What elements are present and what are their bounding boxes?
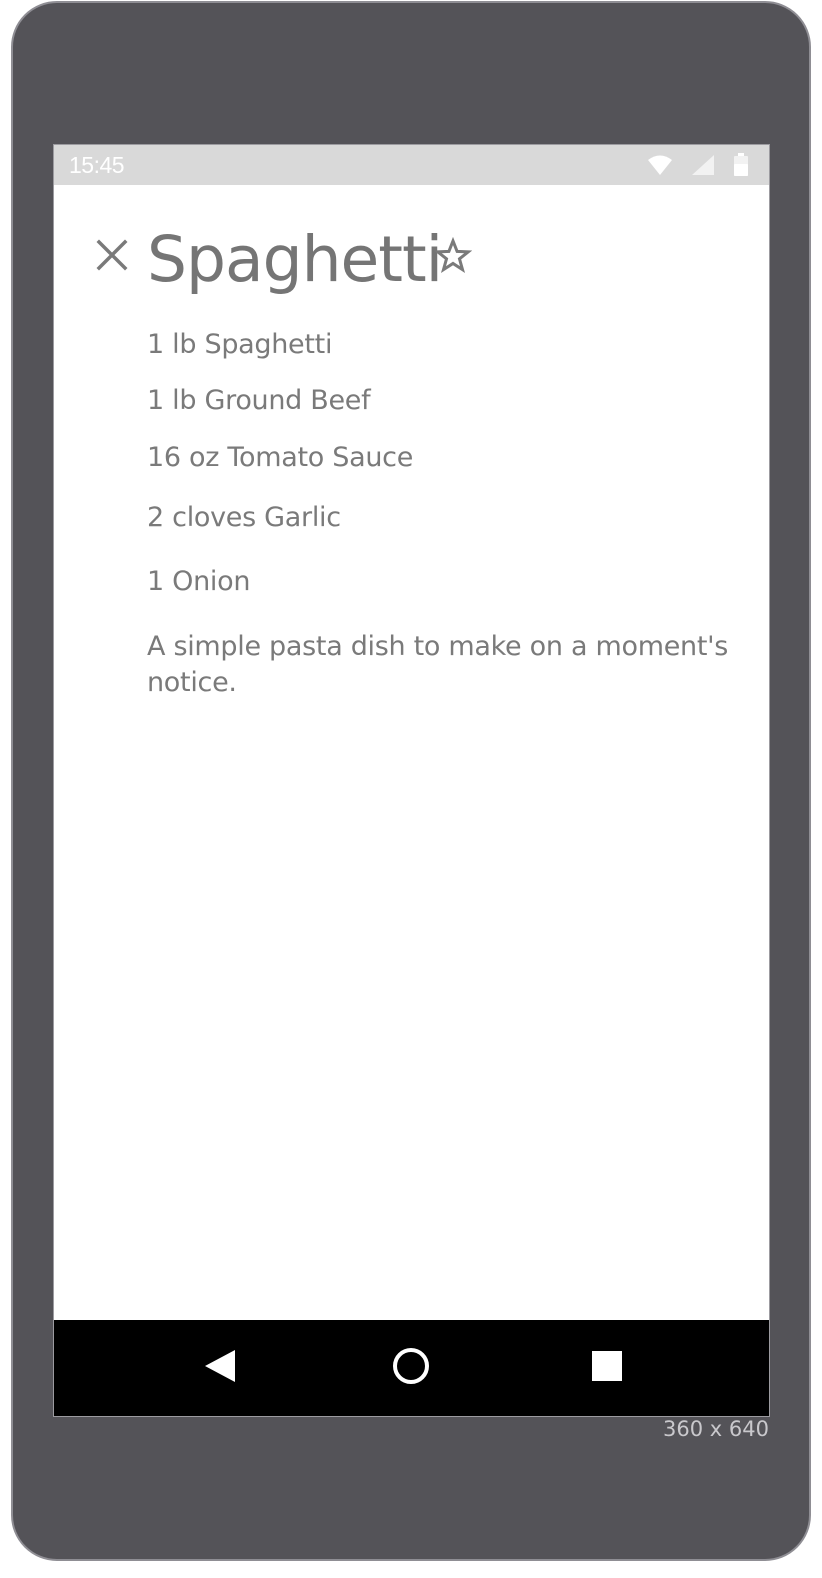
ingredient-item: 1 Onion — [147, 566, 251, 597]
status-icons — [647, 153, 749, 177]
navigation-bar — [54, 1320, 769, 1416]
favorite-button[interactable] — [432, 236, 474, 279]
ingredient-item: 16 oz Tomato Sauce — [147, 442, 414, 473]
ingredient-item: 1 lb Ground Beef — [147, 385, 371, 416]
home-button[interactable] — [387, 1344, 435, 1392]
ingredient-item: 2 cloves Garlic — [147, 502, 341, 533]
battery-icon — [733, 153, 749, 177]
signal-icon — [691, 154, 715, 176]
ingredient-item: 1 lb Spaghetti — [147, 329, 333, 360]
recents-icon — [591, 1350, 623, 1386]
back-icon — [203, 1349, 237, 1387]
status-bar: 15:45 — [54, 145, 769, 185]
home-icon — [392, 1347, 430, 1389]
wifi-icon — [647, 154, 673, 176]
recipe-description: A simple pasta dish to make on a moment'… — [147, 631, 728, 698]
close-icon — [96, 239, 128, 275]
back-button[interactable] — [196, 1344, 244, 1392]
resolution-label: 360 x 640 — [663, 1417, 769, 1441]
phone-screen: 15:45 Spaghetti 1 lb Spaghetti 1 lb Grou… — [53, 144, 770, 1417]
recipe-title: Spaghetti — [147, 223, 443, 296]
star-outline-icon — [433, 236, 473, 279]
close-button[interactable] — [92, 237, 132, 277]
status-time: 15:45 — [69, 152, 125, 178]
recents-button[interactable] — [583, 1344, 631, 1392]
